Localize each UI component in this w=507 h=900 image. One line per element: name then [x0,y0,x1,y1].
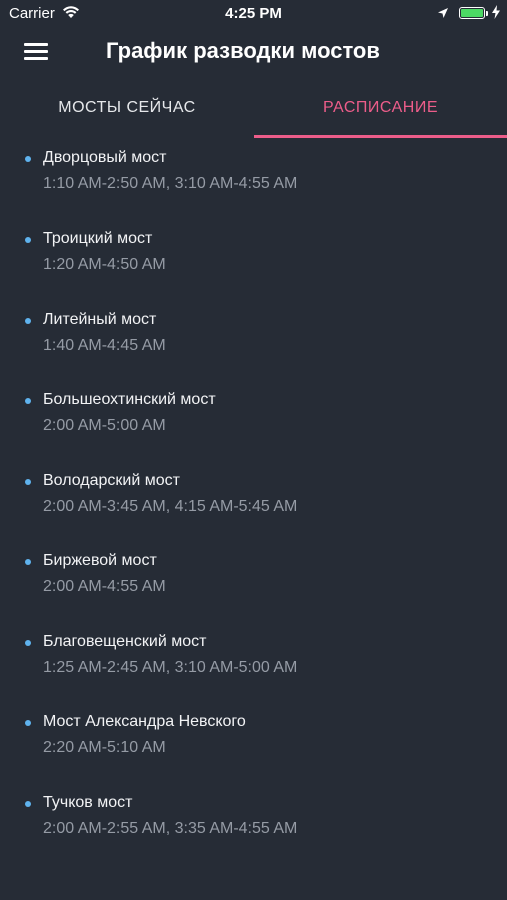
battery-level-fill [461,9,483,17]
bridge-times: 2:00 AM-3:45 AM, 4:15 AM-5:45 AM [43,498,298,515]
list-item[interactable]: Мост Александра Невского 2:20 AM-5:10 AM [0,706,507,786]
bullet-icon [25,640,31,646]
menu-line-middle [24,50,48,53]
bullet-icon [25,479,31,485]
bridge-name: Володарский мост [43,472,180,489]
bridge-name: Дворцовый мост [43,149,167,166]
bridge-times: 1:10 AM-2:50 AM, 3:10 AM-4:55 AM [43,175,298,192]
tab-bridges-now[interactable]: МОСТЫ СЕЙЧАС [0,82,254,138]
bridge-name: Литейный мост [43,311,157,328]
bridge-times: 2:00 AM-2:55 AM, 3:35 AM-4:55 AM [43,820,298,837]
bridge-name: Троицкий мост [43,230,153,247]
bullet-icon [25,559,31,565]
list-item[interactable]: Володарский мост 2:00 AM-3:45 AM, 4:15 A… [0,465,507,545]
charging-bolt-icon [492,5,500,23]
bridge-times: 1:20 AM-4:50 AM [43,256,166,273]
status-time: 4:25 PM [225,5,282,22]
bullet-icon [25,398,31,404]
active-tab-indicator [254,135,507,138]
list-item[interactable]: Благовещенский мост 1:25 AM-2:45 AM, 3:1… [0,626,507,706]
bridge-name: Тучков мост [43,794,133,811]
bridge-name: Благовещенский мост [43,633,207,650]
bridge-times: 2:00 AM-5:00 AM [43,417,166,434]
list-item[interactable]: Литейный мост 1:40 AM-4:45 AM [0,304,507,384]
bridge-times: 1:40 AM-4:45 AM [43,337,166,354]
list-item[interactable]: Дворцовый мост 1:10 AM-2:50 AM, 3:10 AM-… [0,142,507,222]
bridge-name: Биржевой мост [43,552,157,569]
tab-bar: МОСТЫ СЕЙЧАС РАСПИСАНИЕ [0,82,507,138]
list-item[interactable]: Биржевой мост 2:00 AM-4:55 AM [0,545,507,625]
page-title: График разводки мостов [106,38,380,63]
bridge-times: 1:25 AM-2:45 AM, 3:10 AM-5:00 AM [43,659,298,676]
list-item[interactable]: Троицкий мост 1:20 AM-4:50 AM [0,223,507,303]
bridge-name: Мост Александра Невского [43,713,246,730]
bullet-icon [25,156,31,162]
list-item[interactable]: Тучков мост 2:00 AM-2:55 AM, 3:35 AM-4:5… [0,787,507,867]
bridge-name: Большеохтинский мост [43,391,216,408]
navigation-bar: График разводки мостов [0,28,507,80]
menu-line-top [24,43,48,46]
bridge-times: 2:00 AM-4:55 AM [43,578,166,595]
bullet-icon [25,720,31,726]
tab-schedule[interactable]: РАСПИСАНИЕ [254,82,507,138]
bullet-icon [25,318,31,324]
location-arrow-icon [437,6,449,23]
list-item[interactable]: Большеохтинский мост 2:00 AM-5:00 AM [0,384,507,464]
bullet-icon [25,801,31,807]
hamburger-menu-icon[interactable] [24,43,48,61]
battery-tip [486,11,488,16]
menu-line-bottom [24,57,48,60]
bridge-times: 2:20 AM-5:10 AM [43,739,166,756]
battery-icon [459,7,488,19]
status-bar: Carrier 4:25 PM [0,0,507,28]
bullet-icon [25,237,31,243]
